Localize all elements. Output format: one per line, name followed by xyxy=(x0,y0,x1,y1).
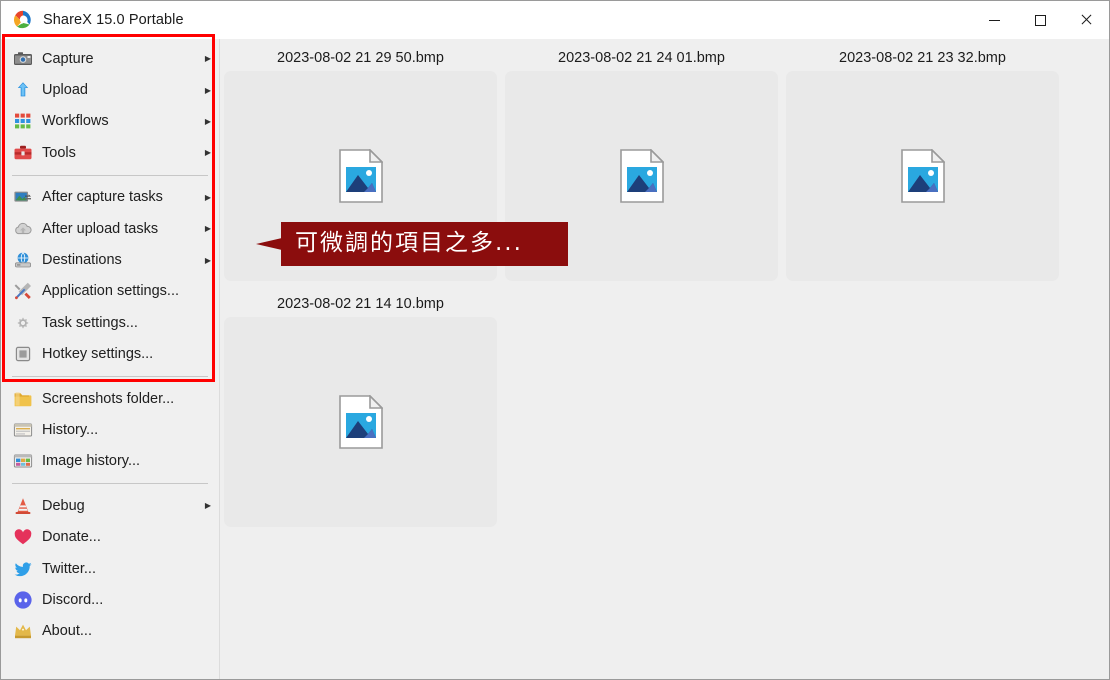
menu-separator xyxy=(12,483,208,485)
image-file-icon xyxy=(900,148,946,203)
minimize-button[interactable] xyxy=(971,1,1017,39)
image-file-icon xyxy=(619,148,665,203)
callout-box: 可微調的項目之多... xyxy=(281,222,568,267)
title-bar: ShareX 15.0 Portable xyxy=(1,1,1109,39)
menu-item-upload[interactable]: Upload xyxy=(1,74,219,105)
heart-icon xyxy=(12,527,33,548)
submenu-chevron-right-icon xyxy=(202,193,211,202)
gear-icon xyxy=(12,312,33,333)
menu-item-donate[interactable]: Donate... xyxy=(1,521,219,552)
menu-item-label: Debug xyxy=(42,497,85,514)
maximize-button[interactable] xyxy=(1017,1,1063,39)
cloud-upload-icon xyxy=(12,218,33,239)
callout-text: 可微調的項目之多... xyxy=(295,230,523,256)
menu-item-application-settings[interactable]: Application settings... xyxy=(1,276,219,307)
thumbnail-preview-card[interactable] xyxy=(224,317,497,527)
menu-item-capture[interactable]: Capture xyxy=(1,43,219,74)
annotation-callout: 可微調的項目之多... xyxy=(256,222,568,267)
keyboard-key-icon xyxy=(12,344,33,365)
menu-item-label: Capture xyxy=(42,50,94,67)
menu-item-twitter[interactable]: Twitter... xyxy=(1,553,219,584)
submenu-chevron-right-icon xyxy=(202,224,211,233)
image-tasks-icon xyxy=(12,187,33,208)
submenu-chevron-right-icon xyxy=(202,501,211,510)
menu-item-after-upload-tasks[interactable]: After upload tasks xyxy=(1,213,219,244)
maximize-icon xyxy=(1034,14,1046,26)
menu-item-label: About... xyxy=(42,623,92,640)
thumbnail-filename: 2023-08-02 21 23 32.bmp xyxy=(839,50,1006,66)
menu-item-tools[interactable]: Tools xyxy=(1,137,219,168)
menu-item-history[interactable]: History... xyxy=(1,414,219,445)
wrench-screwdriver-icon xyxy=(12,281,33,302)
menu-item-label: Discord... xyxy=(42,591,104,608)
menu-item-label: Upload xyxy=(42,82,88,99)
thumbnail-filename: 2023-08-02 21 14 10.bmp xyxy=(277,296,444,312)
menu-item-label: Task settings... xyxy=(42,314,138,331)
submenu-chevron-right-icon xyxy=(202,54,211,63)
history-window-icon xyxy=(12,419,33,440)
thumbnail-item[interactable]: 2023-08-02 21 14 10.bmp xyxy=(220,285,501,531)
main-menu-sidebar: Capture Upload Workflows Tools After capture… xyxy=(1,34,220,679)
close-icon xyxy=(1080,14,1092,26)
menu-separator xyxy=(12,174,208,176)
menu-item-label: Donate... xyxy=(42,529,101,546)
toolbox-icon xyxy=(12,142,33,163)
sharex-logo-icon xyxy=(13,10,33,30)
image-file-icon xyxy=(338,148,384,203)
menu-item-after-capture-tasks[interactable]: After capture tasks xyxy=(1,182,219,213)
thumbnail-preview-card[interactable] xyxy=(786,71,1059,281)
image-file-icon xyxy=(338,394,384,449)
thumbnail-filename: 2023-08-02 21 24 01.bmp xyxy=(558,50,725,66)
window-title: ShareX 15.0 Portable xyxy=(43,12,184,28)
task-list-panel[interactable]: 2023-08-02 21 29 50.bmp 2023-08-02 21 24 … xyxy=(220,39,1109,679)
submenu-chevron-right-icon xyxy=(202,86,211,95)
menu-item-image-history[interactable]: Image history... xyxy=(1,446,219,477)
menu-item-destinations[interactable]: Destinations xyxy=(1,244,219,275)
twitter-bird-icon xyxy=(12,558,33,579)
menu-separator xyxy=(12,375,208,377)
menu-item-label: Application settings... xyxy=(42,283,180,300)
menu-item-label: After capture tasks xyxy=(42,189,163,206)
crown-icon xyxy=(12,621,33,642)
menu-item-label: Twitter... xyxy=(42,560,96,577)
upload-arrow-icon xyxy=(12,80,33,101)
submenu-chevron-right-icon xyxy=(202,117,211,126)
menu-item-label: Screenshots folder... xyxy=(42,390,175,407)
menu-item-task-settings[interactable]: Task settings... xyxy=(1,307,219,338)
traffic-cone-icon xyxy=(12,495,33,516)
menu-item-screenshots-folder[interactable]: Screenshots folder... xyxy=(1,383,219,414)
discord-icon xyxy=(12,589,33,610)
grid-blocks-icon xyxy=(12,111,33,132)
menu-item-about[interactable]: About... xyxy=(1,616,219,647)
callout-arrow-icon xyxy=(256,238,282,251)
sharex-window: ShareX 15.0 Portable Capture Upload Workfl… xyxy=(0,0,1110,680)
globe-disk-icon xyxy=(12,250,33,271)
menu-list: Capture Upload Workflows Tools After capture… xyxy=(1,43,219,647)
menu-item-label: History... xyxy=(42,421,99,438)
close-button[interactable] xyxy=(1063,1,1109,39)
submenu-chevron-right-icon xyxy=(202,148,211,157)
minimize-icon xyxy=(988,19,1000,21)
menu-item-label: Image history... xyxy=(42,453,141,470)
camera-icon xyxy=(12,48,33,69)
window-body: Capture Upload Workflows Tools After capture… xyxy=(1,34,1109,679)
menu-item-label: Destinations xyxy=(42,252,122,269)
thumbnail-filename: 2023-08-02 21 29 50.bmp xyxy=(277,50,444,66)
menu-item-hotkey-settings[interactable]: Hotkey settings... xyxy=(1,339,219,370)
menu-item-workflows[interactable]: Workflows xyxy=(1,106,219,137)
menu-item-debug[interactable]: Debug xyxy=(1,490,219,521)
menu-item-label: Workflows xyxy=(42,113,109,130)
menu-item-discord[interactable]: Discord... xyxy=(1,584,219,615)
menu-item-label: Tools xyxy=(42,144,76,161)
folder-icon xyxy=(12,388,33,409)
image-grid-icon xyxy=(12,451,33,472)
thumbnail-grid: 2023-08-02 21 29 50.bmp 2023-08-02 21 24 … xyxy=(220,39,1109,531)
menu-item-label: After upload tasks xyxy=(42,220,159,237)
menu-item-label: Hotkey settings... xyxy=(42,346,154,363)
submenu-chevron-right-icon xyxy=(202,256,211,265)
thumbnail-item[interactable]: 2023-08-02 21 23 32.bmp xyxy=(782,39,1063,285)
window-controls xyxy=(971,1,1109,39)
